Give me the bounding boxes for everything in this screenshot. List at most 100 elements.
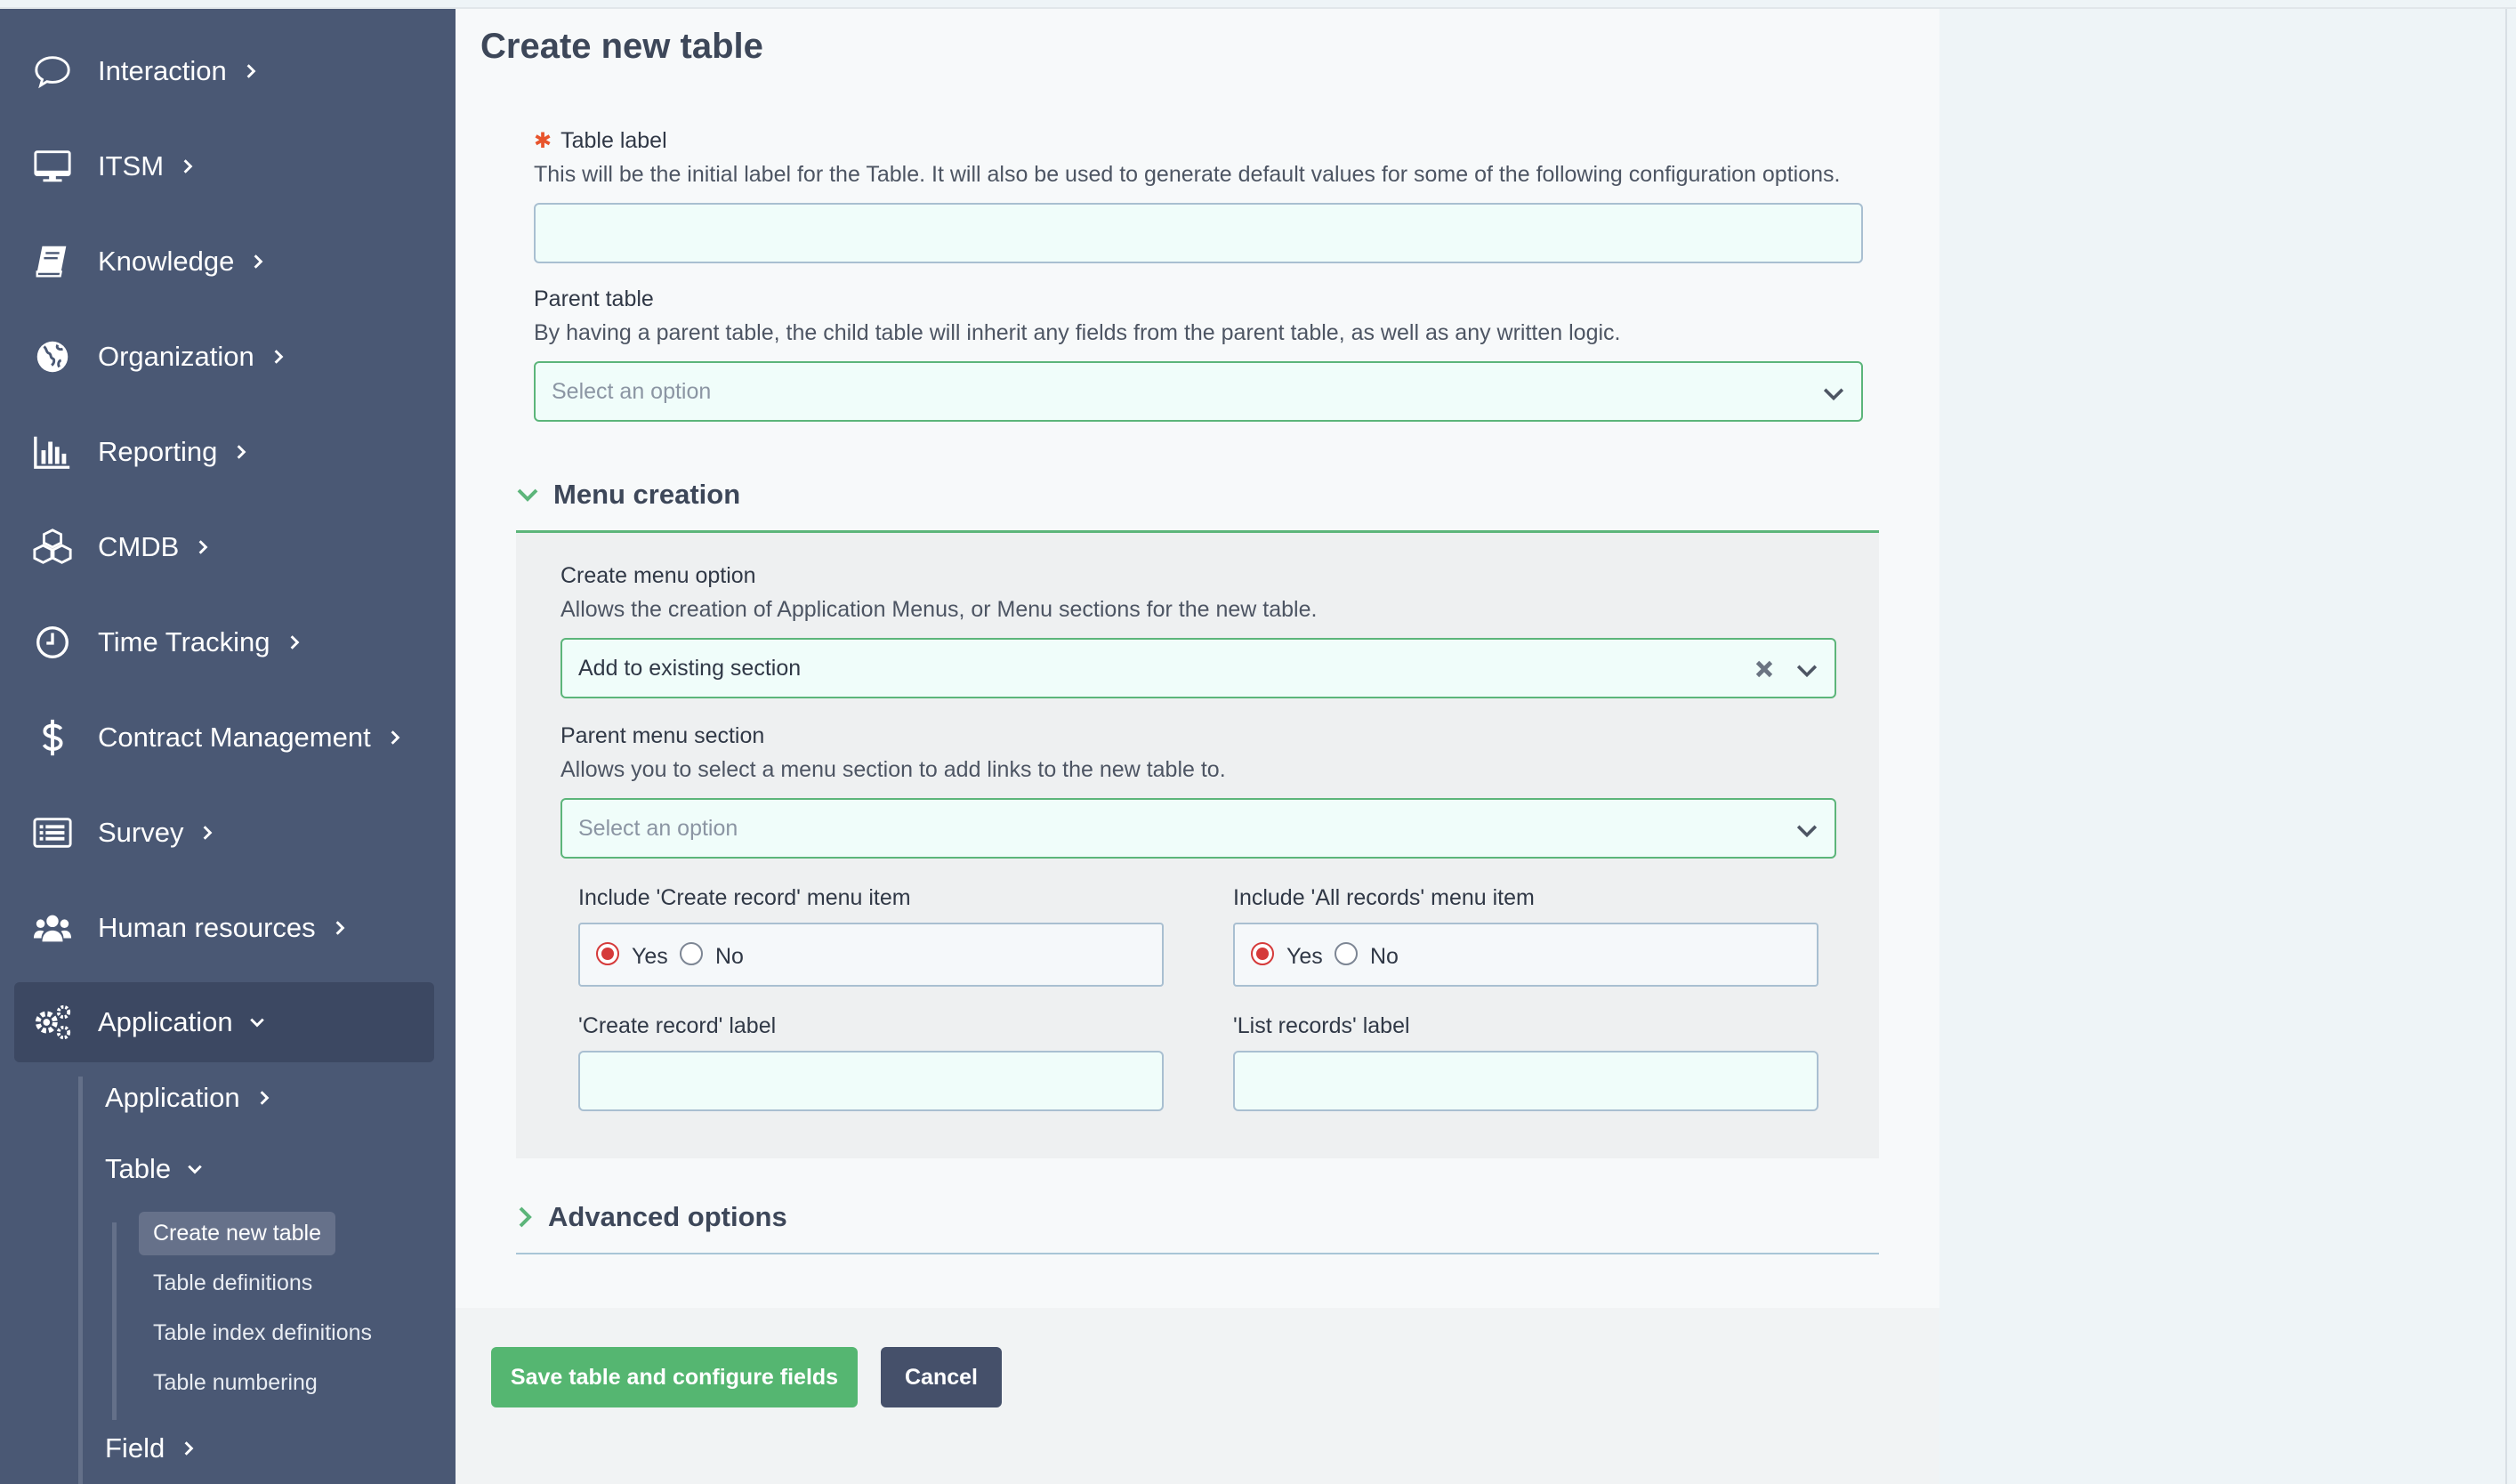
top-border	[0, 0, 2516, 9]
clock-icon	[30, 620, 75, 665]
sidebar-item-cmdb[interactable]: CMDB	[0, 503, 456, 592]
sidebar-link-table-numbering[interactable]: Table numbering	[139, 1361, 332, 1405]
radio-no-label: No	[715, 944, 744, 969]
required-icon: ✱	[534, 129, 552, 153]
chevron-right-icon	[270, 343, 286, 371]
sidebar-item-time-tracking[interactable]: Time Tracking	[0, 598, 456, 687]
sidebar-item-label: Survey	[98, 817, 184, 848]
cubes-icon	[30, 525, 75, 569]
sidebar-item-label: Time Tracking	[98, 626, 270, 657]
radio-yes-label: Yes	[632, 944, 668, 969]
sidebar-subitem-field[interactable]: Field	[105, 1432, 197, 1464]
sidebar-item-survey[interactable]: Survey	[0, 788, 456, 877]
right-scrollbar-edge	[2505, 9, 2507, 1484]
globe-icon	[30, 335, 75, 379]
sidebar-item-label: Application	[98, 1006, 233, 1037]
table-label-label: ✱ Table label	[534, 128, 667, 153]
menu-creation-toggle[interactable]: Menu creation	[516, 479, 740, 511]
gears-icon	[30, 1000, 75, 1044]
parent-menu-section-placeholder: Select an option	[578, 816, 738, 841]
chevron-right-icon	[181, 1435, 197, 1463]
include-create-record-yes-radio[interactable]	[596, 942, 619, 965]
sidebar-link-table-definitions[interactable]: Table definitions	[139, 1262, 327, 1305]
parent-table-help: By having a parent table, the child tabl…	[534, 320, 1621, 345]
sidebar-item-label: CMDB	[98, 531, 180, 562]
menu-creation-heading: Menu creation	[553, 479, 741, 510]
sidebar: Interaction ITSM Knowledge Organization …	[0, 9, 456, 1484]
include-create-record-no-radio[interactable]	[680, 942, 703, 965]
sidebar-item-contract-management[interactable]: Contract Management	[0, 693, 456, 782]
sidebar-link-create-new-table[interactable]: Create new table	[139, 1212, 336, 1255]
sidebar-item-label: ITSM	[98, 150, 165, 181]
sidebar-item-label: Interaction	[98, 55, 227, 86]
chevron-right-icon	[256, 1085, 272, 1112]
chat-bubble-icon	[30, 49, 75, 93]
chevron-down-icon	[249, 1009, 265, 1036]
sidebar-item-human-resources[interactable]: Human resources	[0, 883, 456, 972]
users-icon	[30, 906, 75, 950]
chevron-right-icon	[286, 629, 302, 657]
sidebar-item-knowledge[interactable]: Knowledge	[0, 217, 456, 306]
chevron-right-icon	[233, 439, 249, 466]
sidebar-item-label: Contract Management	[98, 722, 371, 753]
submenu-rail	[78, 1077, 83, 1484]
submenu-rail-table	[112, 1222, 117, 1420]
sidebar-item-organization[interactable]: Organization	[0, 312, 456, 401]
book-icon	[30, 239, 75, 284]
sidebar-item-interaction[interactable]: Interaction	[0, 27, 456, 116]
include-all-records-yes-radio[interactable]	[1251, 942, 1274, 965]
parent-table-select[interactable]: Select an option	[534, 361, 1863, 422]
advanced-options-toggle[interactable]: Advanced options	[516, 1201, 787, 1233]
monitor-icon	[30, 144, 75, 189]
main-content: Create new table ✱ Table label This will …	[456, 9, 1939, 1484]
save-table-button[interactable]: Save table and configure fields	[491, 1347, 858, 1407]
parent-table-placeholder: Select an option	[552, 379, 712, 404]
create-record-label-input[interactable]	[578, 1051, 1164, 1111]
sidebar-subitem-label: Table	[105, 1153, 172, 1184]
sidebar-subitem-table[interactable]: Table	[105, 1153, 203, 1185]
sidebar-subitem-application[interactable]: Application	[105, 1082, 272, 1114]
chevron-down-icon	[1796, 665, 1818, 678]
list-records-label-label: 'List records' label	[1233, 1013, 1410, 1038]
menu-creation-panel: Create menu option Allows the creation o…	[516, 530, 1879, 1158]
cancel-button[interactable]: Cancel	[881, 1347, 1002, 1407]
sidebar-subitem-label: Field	[105, 1432, 165, 1464]
include-all-records-label: Include 'All records' menu item	[1233, 885, 1535, 910]
sidebar-item-label: Human resources	[98, 912, 316, 943]
chevron-right-icon	[195, 534, 211, 561]
include-all-records-no-radio[interactable]	[1335, 942, 1358, 965]
create-record-label-label: 'Create record' label	[578, 1013, 777, 1038]
parent-table-label: Parent table	[534, 286, 654, 311]
sidebar-item-application[interactable]: Application	[14, 982, 434, 1062]
advanced-options-heading: Advanced options	[548, 1201, 787, 1232]
chevron-down-icon	[1796, 825, 1818, 838]
include-create-record-group: Yes No	[578, 923, 1164, 987]
create-menu-option-value: Add to existing section	[578, 656, 802, 681]
radio-no-label: No	[1370, 944, 1399, 969]
clear-icon[interactable]	[1751, 656, 1778, 682]
table-label-input[interactable]	[534, 203, 1863, 263]
sidebar-item-label: Organization	[98, 341, 254, 372]
chevron-down-icon	[1823, 388, 1844, 401]
parent-menu-section-label: Parent menu section	[560, 723, 765, 748]
create-menu-option-select[interactable]: Add to existing section	[560, 638, 1836, 698]
sidebar-item-reporting[interactable]: Reporting	[0, 407, 456, 496]
table-label-help: This will be the initial label for the T…	[534, 162, 1841, 187]
dollar-icon	[30, 715, 75, 760]
parent-menu-section-select[interactable]: Select an option	[560, 798, 1836, 859]
sidebar-subitem-label: Application	[105, 1082, 240, 1113]
page-title: Create new table	[480, 27, 763, 66]
advanced-options-divider	[516, 1253, 1879, 1254]
chevron-right-icon	[250, 248, 266, 276]
list-icon	[30, 811, 75, 855]
chevron-right-icon	[387, 724, 403, 752]
sidebar-item-itsm[interactable]: ITSM	[0, 122, 456, 211]
list-records-label-input[interactable]	[1233, 1051, 1818, 1111]
sidebar-item-label: Reporting	[98, 436, 218, 467]
chevron-right-icon	[199, 819, 215, 847]
sidebar-link-table-index-definitions[interactable]: Table index definitions	[139, 1311, 386, 1355]
chevron-down-icon	[187, 1156, 203, 1183]
sidebar-item-label: Knowledge	[98, 246, 235, 277]
right-empty-area	[1939, 9, 2516, 1484]
chevron-right-icon	[519, 1206, 532, 1228]
